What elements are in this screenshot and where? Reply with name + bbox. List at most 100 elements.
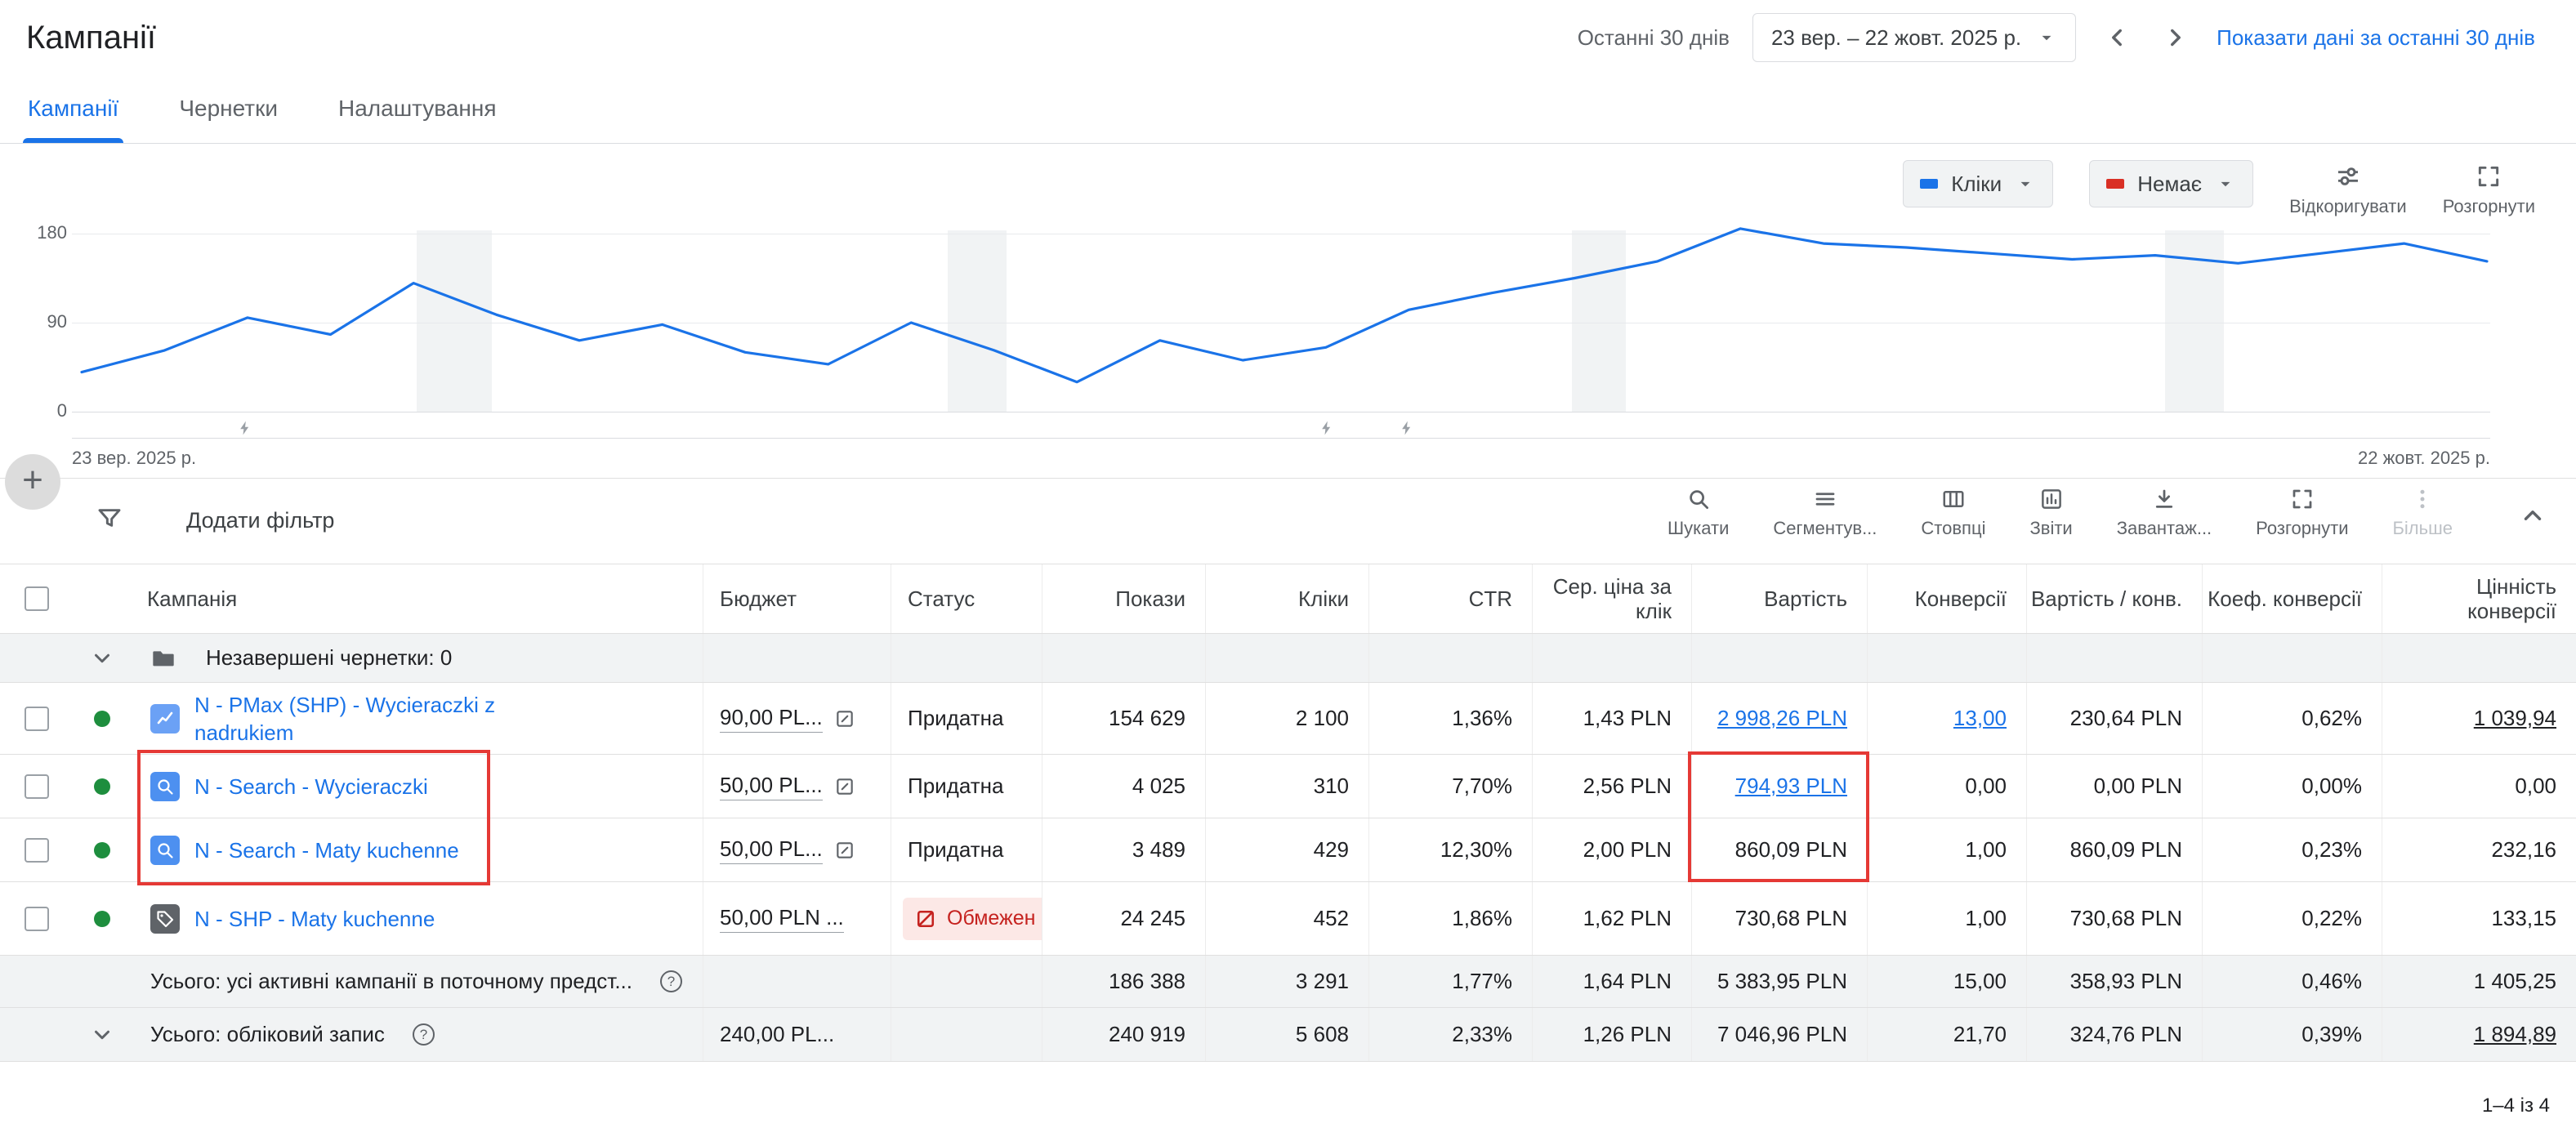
weekend-band xyxy=(2165,230,2224,412)
status-value: Придатна xyxy=(908,774,1003,799)
previous-period-button[interactable] xyxy=(2099,20,2135,56)
chevron-down-icon[interactable] xyxy=(90,646,114,671)
column-header-cost-per-conv[interactable]: Вартість / конв. xyxy=(2026,564,2202,633)
timeline-annotation-icon[interactable] xyxy=(1399,420,1415,436)
cost-per-conv-value: 230,64 PLN xyxy=(2026,683,2202,754)
row-checkbox[interactable] xyxy=(25,838,49,863)
ctr-value: 1,86% xyxy=(1368,882,1532,955)
tab-settings[interactable]: Налаштування xyxy=(333,96,502,143)
budget-value[interactable]: 50,00 PL... xyxy=(720,836,823,864)
conv-value-link[interactable]: 1 039,94 xyxy=(2474,706,2556,731)
column-header-conversions[interactable]: Конверсії xyxy=(1867,564,2026,633)
timeline-annotation-icon[interactable] xyxy=(1319,420,1335,436)
download-button[interactable]: Завантаж... xyxy=(2095,487,2234,539)
expand-icon xyxy=(2290,487,2315,511)
cost-per-conv-value: 0,00 PLN xyxy=(2026,755,2202,818)
column-header-cost[interactable]: Вартість xyxy=(1691,564,1867,633)
column-header-clicks[interactable]: Кліки xyxy=(1205,564,1368,633)
status-dot-enabled[interactable] xyxy=(94,842,110,858)
row-checkbox[interactable] xyxy=(25,774,49,799)
avg-cpc-total: 1,26 PLN xyxy=(1532,1008,1691,1061)
period-label: Останні 30 днів xyxy=(1578,25,1730,51)
date-range-picker[interactable]: 23 вер. – 22 жовт. 2025 р. xyxy=(1752,13,2076,62)
add-filter-button[interactable]: Додати фільтр xyxy=(186,508,334,533)
adjust-chart-button[interactable]: Відкоригувати xyxy=(2289,160,2407,217)
column-header-conv-value[interactable]: Цінність конверсії xyxy=(2382,564,2576,633)
cost-link[interactable]: 794,93 PLN xyxy=(1735,774,1847,799)
column-header-impressions[interactable]: Покази xyxy=(1042,564,1205,633)
limited-icon xyxy=(914,907,937,930)
cost-per-conv-total: 324,76 PLN xyxy=(2026,1008,2202,1061)
reports-button[interactable]: Звіти xyxy=(2007,487,2094,539)
column-header-status[interactable]: Статус xyxy=(891,564,1042,633)
column-header-campaign[interactable]: Кампанія xyxy=(131,564,703,633)
search-campaign-icon xyxy=(150,772,180,801)
limited-status-badge[interactable]: Обмежен xyxy=(903,898,1042,940)
conv-value: 232,16 xyxy=(2382,818,2576,881)
campaign-link[interactable]: N - Search - Wycieraczki xyxy=(194,773,428,800)
cost-link[interactable]: 2 998,26 PLN xyxy=(1717,706,1847,731)
show-last-30-days-link[interactable]: Показати дані за останні 30 днів xyxy=(2217,25,2535,51)
campaign-link[interactable]: N - SHP - Maty kuchenne xyxy=(194,905,435,933)
clicks-value: 2 100 xyxy=(1205,683,1368,754)
segment-button[interactable]: Сегментув... xyxy=(1751,487,1899,539)
new-campaign-button[interactable]: + xyxy=(5,454,60,510)
next-period-button[interactable] xyxy=(2158,20,2194,56)
weekend-band xyxy=(948,230,1007,412)
column-header-ctr[interactable]: CTR xyxy=(1368,564,1532,633)
page-title: Кампанії xyxy=(26,20,156,56)
x-axis-start-date: 23 вер. 2025 р. xyxy=(72,448,196,469)
tab-campaigns[interactable]: Кампанії xyxy=(23,96,123,143)
tab-drafts[interactable]: Чернетки xyxy=(174,96,283,143)
secondary-metric-selector[interactable]: Немає xyxy=(2089,160,2253,207)
row-checkbox[interactable] xyxy=(25,707,49,731)
column-header-conv-rate[interactable]: Коеф. конверсії xyxy=(2202,564,2382,633)
status-dot-enabled[interactable] xyxy=(94,778,110,795)
drafts-row-label[interactable]: Незавершені чернетки: 0 xyxy=(206,645,452,671)
more-button[interactable]: Більше xyxy=(2370,487,2475,539)
help-icon[interactable]: ? xyxy=(413,1023,435,1046)
primary-metric-selector[interactable]: Кліки xyxy=(1903,160,2053,207)
conv-value-total-link[interactable]: 1 894,89 xyxy=(2474,1022,2556,1047)
columns-button[interactable]: Стовпці xyxy=(1899,487,2007,539)
ctr-total: 2,33% xyxy=(1368,1008,1532,1061)
search-button[interactable]: Шукати xyxy=(1645,487,1751,539)
budget-value[interactable]: 90,00 PL... xyxy=(720,705,823,733)
totals-row-account: Усього: обліковий запис ? 240,00 PL... 2… xyxy=(0,1008,2576,1062)
help-icon[interactable]: ? xyxy=(660,970,682,992)
select-all-checkbox[interactable] xyxy=(0,564,74,633)
expand-table-button[interactable]: Розгорнути xyxy=(2234,487,2370,539)
campaign-link[interactable]: N - PMax (SHP) - Wycieraczki z nadrukiem xyxy=(194,691,578,747)
totals-label: Усього: обліковий запис xyxy=(150,1022,385,1047)
segment-icon xyxy=(1813,487,1837,511)
cost-total: 5 383,95 PLN xyxy=(1691,956,1867,1007)
impressions-total: 186 388 xyxy=(1042,956,1205,1007)
edit-budget-icon[interactable] xyxy=(834,776,855,797)
budget-value[interactable]: 50,00 PL... xyxy=(720,773,823,800)
impressions-value: 154 629 xyxy=(1042,683,1205,754)
more-icon xyxy=(2410,487,2435,511)
pagination-label: 1–4 із 4 xyxy=(2482,1095,2550,1117)
expand-chart-button[interactable]: Розгорнути xyxy=(2443,160,2535,217)
avg-cpc-value: 1,62 PLN xyxy=(1532,882,1691,955)
edit-budget-icon[interactable] xyxy=(834,840,855,861)
conversions-link[interactable]: 13,00 xyxy=(1953,706,2007,731)
table-row: N - PMax (SHP) - Wycieraczki z nadrukiem… xyxy=(0,683,2576,755)
column-header-avg-cpc[interactable]: Сер. ціна за клік xyxy=(1532,564,1691,633)
campaign-link[interactable]: N - Search - Maty kuchenne xyxy=(194,836,459,864)
status-dot-enabled[interactable] xyxy=(94,711,110,727)
status-dot-enabled[interactable] xyxy=(94,911,110,927)
column-header-budget[interactable]: Бюджет xyxy=(703,564,891,633)
filter-icon[interactable] xyxy=(96,505,123,531)
budget-value[interactable]: 50,00 PLN ... xyxy=(720,905,844,933)
timeline-annotation-icon[interactable] xyxy=(237,420,253,436)
search-campaign-icon xyxy=(150,836,180,865)
row-checkbox[interactable] xyxy=(25,907,49,931)
timeline-scrubber[interactable] xyxy=(72,438,2490,439)
edit-budget-icon[interactable] xyxy=(834,708,855,729)
impressions-value: 3 489 xyxy=(1042,818,1205,881)
conv-value: 0,00 xyxy=(2382,755,2576,818)
table-header-row: Кампанія Бюджет Статус Покази Кліки CTR … xyxy=(0,564,2576,634)
collapse-toolbar-button[interactable] xyxy=(2502,502,2563,529)
chevron-down-icon[interactable] xyxy=(90,1023,114,1047)
